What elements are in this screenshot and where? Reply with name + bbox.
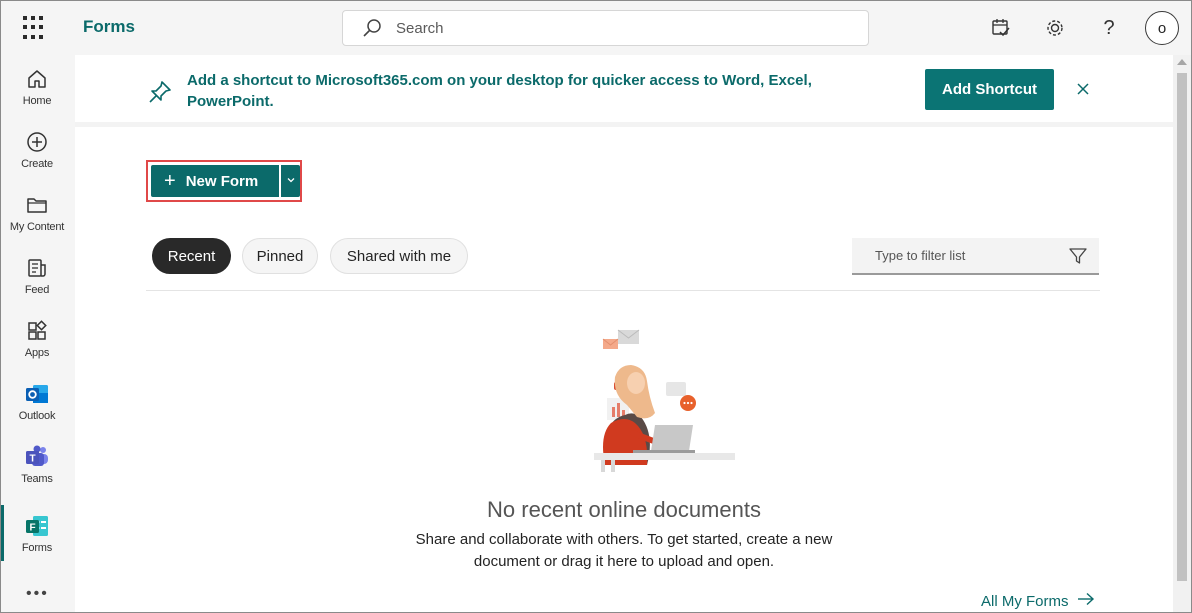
new-form-button[interactable]: + New Form bbox=[151, 165, 279, 197]
empty-state-illustration bbox=[515, 325, 800, 475]
avatar[interactable]: o bbox=[1145, 11, 1179, 45]
search-input[interactable]: Search bbox=[396, 20, 444, 37]
scroll-up-icon[interactable] bbox=[1177, 59, 1187, 65]
all-my-forms-label: All My Forms bbox=[981, 592, 1069, 610]
forms-icon: F bbox=[23, 512, 51, 540]
empty-state-line-2: document or drag it here to upload and o… bbox=[473, 553, 775, 570]
rail-item-forms[interactable]: F Forms bbox=[1, 512, 73, 554]
arrow-right-icon bbox=[1077, 592, 1095, 610]
app-window: Forms Search ? o Home Create My Content … bbox=[0, 0, 1192, 613]
empty-state-description: Share and collaborate with others. To ge… bbox=[75, 529, 1173, 573]
new-form-highlight: + New Form bbox=[146, 160, 302, 202]
rail-label: Teams bbox=[21, 473, 53, 485]
app-launcher-icon[interactable] bbox=[23, 16, 47, 40]
plus-icon: + bbox=[164, 170, 176, 192]
shortcut-banner: Add a shortcut to Microsoft365.com on yo… bbox=[75, 55, 1173, 127]
close-icon[interactable] bbox=[1075, 81, 1091, 97]
scrollbar-thumb[interactable] bbox=[1177, 73, 1187, 581]
filter-placeholder: Type to filter list bbox=[875, 248, 966, 263]
top-bar: Forms Search ? o bbox=[1, 1, 1191, 55]
search-box[interactable]: Search bbox=[342, 10, 869, 46]
rail-label: Apps bbox=[24, 347, 50, 359]
chevron-down-icon bbox=[286, 172, 296, 190]
filter-icon[interactable] bbox=[1067, 245, 1089, 267]
folder-icon bbox=[23, 191, 51, 219]
apps-icon bbox=[23, 317, 51, 345]
empty-state-title: No recent online documents bbox=[487, 497, 761, 522]
left-rail: Home Create My Content Feed Apps Outlook… bbox=[1, 55, 73, 612]
empty-state-line-1: Share and collaborate with others. To ge… bbox=[415, 531, 833, 548]
search-icon bbox=[361, 17, 383, 39]
plus-circle-icon bbox=[23, 128, 51, 156]
rail-item-apps[interactable]: Apps bbox=[1, 317, 73, 359]
rail-item-outlook[interactable]: Outlook bbox=[1, 380, 73, 422]
tab-recent[interactable]: Recent bbox=[152, 238, 231, 274]
rail-item-my-content[interactable]: My Content bbox=[1, 191, 73, 233]
rail-item-teams[interactable]: T Teams bbox=[1, 443, 73, 485]
rail-item-create[interactable]: Create bbox=[1, 128, 73, 170]
rail-label: Home bbox=[22, 95, 52, 107]
filter-list-input[interactable]: Type to filter list bbox=[852, 238, 1099, 275]
rail-label: My Content bbox=[9, 221, 65, 233]
outlook-icon bbox=[23, 380, 51, 408]
app-title[interactable]: Forms bbox=[83, 17, 135, 37]
divider bbox=[146, 290, 1100, 291]
teams-icon: T bbox=[23, 443, 51, 471]
rail-item-home[interactable]: Home bbox=[1, 65, 73, 107]
pin-icon bbox=[147, 79, 173, 110]
rail-label: Create bbox=[21, 158, 53, 170]
rail-label: Outlook bbox=[18, 410, 56, 422]
main-content: Add a shortcut to Microsoft365.com on yo… bbox=[75, 55, 1173, 612]
tab-pinned[interactable]: Pinned bbox=[242, 238, 318, 274]
tab-shared-with-me[interactable]: Shared with me bbox=[330, 238, 468, 274]
rail-label: Forms bbox=[21, 542, 53, 554]
svg-text:F: F bbox=[29, 523, 35, 534]
home-icon bbox=[23, 65, 51, 93]
more-apps-icon[interactable]: ••• bbox=[26, 585, 49, 603]
new-form-dropdown[interactable] bbox=[281, 165, 300, 197]
all-my-forms-link[interactable]: All My Forms bbox=[981, 592, 1095, 610]
whats-new-icon[interactable] bbox=[988, 15, 1014, 41]
banner-message: Add a shortcut to Microsoft365.com on yo… bbox=[187, 72, 812, 110]
new-form-label: New Form bbox=[185, 172, 259, 190]
feed-icon bbox=[23, 254, 51, 282]
rail-item-feed[interactable]: Feed bbox=[1, 254, 73, 296]
help-icon[interactable]: ? bbox=[1096, 15, 1122, 41]
vertical-scrollbar[interactable] bbox=[1173, 55, 1191, 612]
add-shortcut-button[interactable]: Add Shortcut bbox=[925, 69, 1054, 110]
gear-icon[interactable] bbox=[1042, 15, 1068, 41]
svg-text:T: T bbox=[29, 454, 35, 465]
rail-label: Feed bbox=[24, 284, 50, 296]
